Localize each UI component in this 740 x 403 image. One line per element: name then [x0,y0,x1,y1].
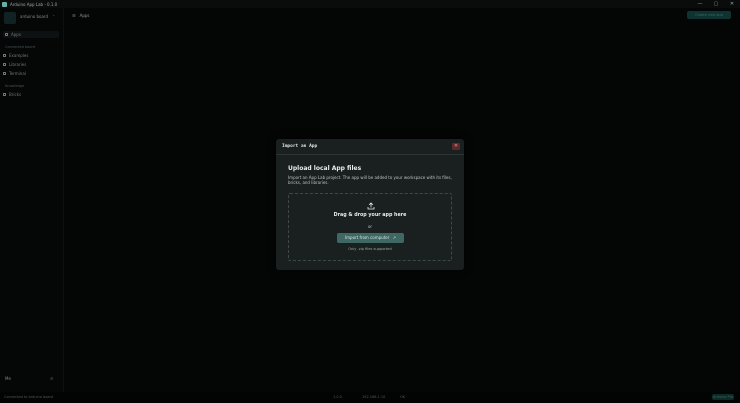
examples-icon [3,54,6,57]
chevron-down-icon[interactable]: ⌄ [52,12,55,17]
status-bar: Connected to arduino board 1.0.0 192.168… [0,392,740,403]
dialog-title: Import an App [282,144,318,149]
drop-title: Drag & drop your app here [333,213,407,218]
gear-icon[interactable]: ⚙ [50,376,54,381]
create-app-button[interactable]: Create new app [687,11,731,19]
import-from-computer-button[interactable]: Import from computer ↗ [337,233,404,243]
sidebar-item-terminal[interactable]: Terminal [3,70,26,77]
user-profile[interactable]: Me [5,376,11,381]
import-button-label: Import from computer [344,235,390,240]
status-version: 1.0.0 [333,395,342,399]
board-name: arduino board [20,13,49,19]
title-bar: Arduino App Lab - 0.1.0 — ▢ ✕ [0,0,740,8]
status-health: OK [400,395,406,399]
board-selector[interactable]: arduino board [4,12,48,24]
status-board-pill[interactable]: Arduino Pro [712,394,734,400]
maximize-button[interactable]: ▢ [708,0,724,8]
sidebar: arduino board ⌄ Apps Connected board Exa… [0,8,64,395]
sidebar-item-libraries[interactable]: Libraries [3,61,26,68]
terminal-icon [3,72,6,75]
external-link-icon: ↗ [392,235,397,240]
window-title: Arduino App Lab - 0.1.0 [10,1,58,7]
drop-zone[interactable]: Drag & drop your app here or Import from… [288,193,452,261]
import-app-dialog: Import an App ✕ Upload local App files I… [276,139,464,270]
minimize-button[interactable]: — [692,0,708,8]
sidebar-toggle-icon[interactable]: ☰ [72,13,76,18]
section-label-board: Connected board [5,45,36,49]
dialog-header: Import an App ✕ [276,139,464,155]
upload-title: Upload local App files [288,165,362,172]
status-ip: 192.168.1.10 [362,395,386,399]
board-icon [4,12,16,24]
section-label-knowledge: Knowledge [5,84,25,88]
breadcrumb: ☰ Apps [72,13,90,18]
app-logo-icon [2,1,7,7]
breadcrumb-item[interactable]: Apps [80,13,90,18]
window-controls: — ▢ ✕ [692,0,740,8]
upload-description: Import an App Lab project. The app will … [288,175,452,186]
main-header: ☰ Apps Create new app [64,8,740,24]
close-icon[interactable]: ✕ [452,143,460,150]
grid-icon [5,33,8,36]
sidebar-item-examples[interactable]: Examples [3,52,28,59]
bricks-icon [3,93,6,96]
status-connection[interactable]: Connected to arduino board [4,395,53,399]
sidebar-item-apps[interactable]: Apps [3,31,59,38]
close-window-button[interactable]: ✕ [724,0,740,8]
library-icon [3,63,6,66]
file-type-note: Only .zip files supported [348,247,392,251]
sidebar-item-label: Apps [11,32,21,37]
or-separator: or [367,224,373,229]
sidebar-item-label: Examples [9,53,29,58]
sidebar-item-bricks[interactable]: Bricks [3,91,21,98]
sidebar-item-label: Bricks [9,92,22,97]
upload-icon [367,202,375,210]
sidebar-item-label: Terminal [9,71,26,76]
sidebar-item-label: Libraries [9,62,27,67]
